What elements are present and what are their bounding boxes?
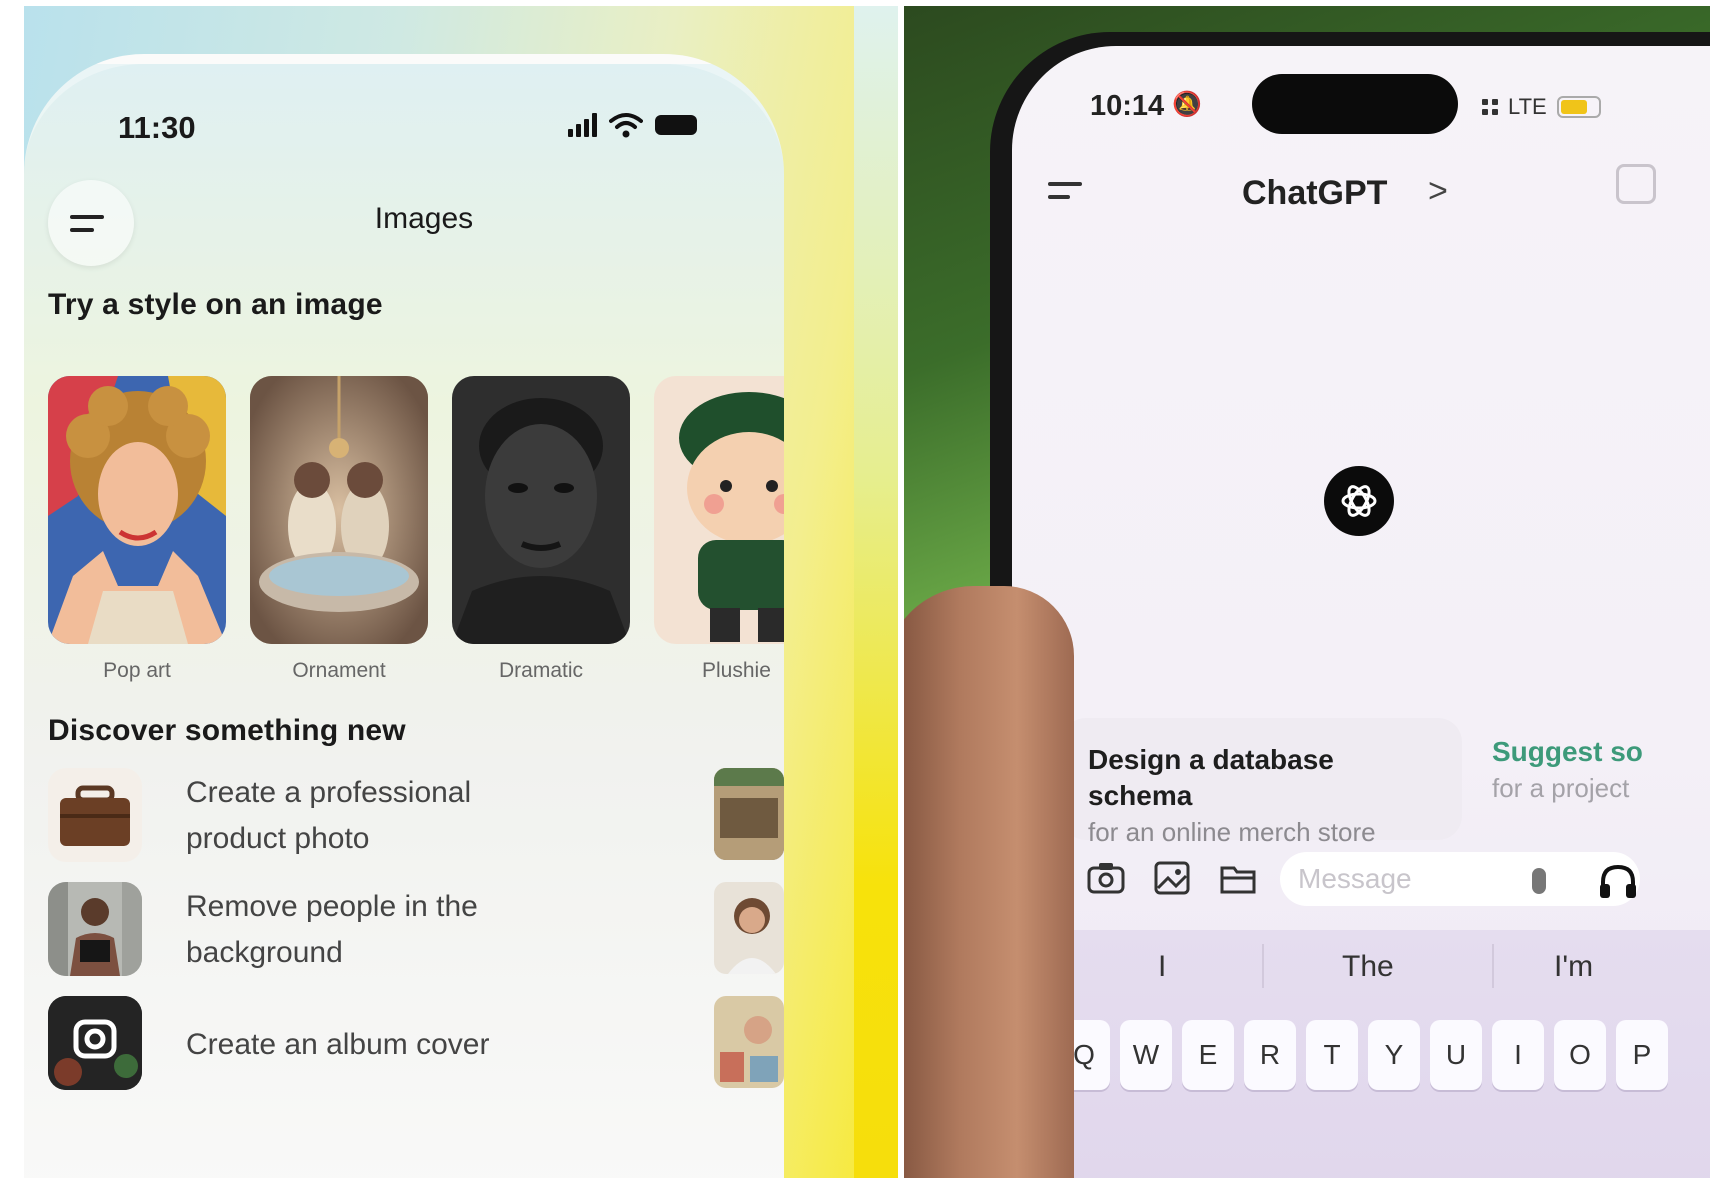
left-screenshot-panel: 11:30 Images Try a style on an image Pop… — [24, 6, 904, 1178]
signal-icon — [1482, 99, 1498, 115]
suggestion-title: Suggest so — [1492, 736, 1643, 767]
key-r[interactable]: R — [1244, 1020, 1296, 1090]
key-y[interactable]: Y — [1368, 1020, 1420, 1090]
menu-icon — [70, 214, 104, 219]
sidebar-menu-button[interactable] — [48, 180, 134, 266]
discover-preview-collage[interactable] — [714, 996, 784, 1088]
discover-item-remove-people[interactable]: Remove people in the background — [48, 882, 688, 982]
key-o[interactable]: O — [1554, 1020, 1606, 1090]
style-card-plushie[interactable] — [654, 376, 784, 644]
folder-icon[interactable] — [1218, 858, 1258, 898]
status-time: 11:30 — [118, 110, 196, 145]
prediction-suggestion[interactable]: I'm — [1554, 950, 1593, 984]
prediction-suggestion[interactable]: I — [1158, 950, 1166, 984]
discover-section-title: Discover something new — [48, 714, 406, 747]
style-card-pop-art[interactable] — [48, 376, 226, 644]
style-section-title: Try a style on an image — [48, 288, 383, 321]
key-t[interactable]: T — [1306, 1020, 1358, 1090]
camera-icon[interactable] — [1086, 858, 1126, 898]
discover-preview-portrait[interactable] — [714, 882, 784, 974]
discover-item-line: Create an album cover — [186, 1028, 490, 1061]
status-icons: LTE — [1482, 94, 1601, 120]
bell-muted-icon: 🔕 — [1172, 91, 1202, 118]
message-input-container[interactable] — [1280, 852, 1640, 906]
style-label-pop-art: Pop art — [103, 659, 171, 682]
discover-preview-room[interactable] — [714, 768, 784, 860]
pop-art-image — [48, 376, 226, 644]
style-label-plushie: Plushie — [702, 659, 771, 682]
signal-icon — [568, 113, 597, 137]
message-input[interactable] — [1298, 863, 1558, 895]
model-title[interactable]: ChatGPT — [1242, 174, 1387, 213]
style-card-ornament[interactable] — [250, 376, 428, 644]
discover-item-line: background — [186, 936, 343, 969]
chevron-right-icon[interactable]: > — [1428, 172, 1448, 211]
suggestion-title: Design a database schema — [1088, 744, 1334, 811]
suggestion-card[interactable]: Design a database schema for an online m… — [1062, 718, 1462, 847]
remove-people-thumbnail — [48, 882, 142, 976]
key-w[interactable]: W — [1120, 1020, 1172, 1090]
style-card-dramatic[interactable] — [452, 376, 630, 644]
discover-item-album-cover[interactable]: Create an album cover — [48, 996, 688, 1096]
status-time: 10:14 — [1090, 90, 1165, 122]
right-photo-panel: 10:14 🔕 LTE ChatGPT > Design a database … — [904, 6, 1710, 1178]
discover-item-line: Create a professional — [186, 776, 472, 809]
new-chat-edit-icon[interactable] — [1616, 164, 1656, 204]
photo-library-icon[interactable] — [1152, 858, 1192, 898]
battery-icon — [655, 115, 697, 135]
wifi-icon — [609, 113, 643, 138]
battery-icon — [1556, 96, 1601, 118]
status-icons — [568, 112, 697, 138]
microphone-icon[interactable] — [1532, 868, 1546, 894]
background-gradient-edge — [854, 6, 904, 1178]
images-app-screen: 11:30 Images Try a style on an image Pop… — [24, 54, 784, 1178]
plushie-image — [654, 376, 784, 644]
discover-item-product-photo[interactable]: Create a professional product photo — [48, 768, 688, 868]
style-label-ornament: Ornament — [292, 659, 386, 682]
product-photo-thumbnail — [48, 768, 142, 862]
ornament-image — [250, 376, 428, 644]
hand-thumb — [904, 586, 1074, 1178]
key-u[interactable]: U — [1430, 1020, 1482, 1090]
chatgpt-app-screen: 10:14 🔕 LTE ChatGPT > Design a database … — [1012, 46, 1710, 1178]
prediction-suggestion[interactable]: The — [1342, 950, 1394, 984]
menu-icon — [1048, 182, 1082, 186]
openai-logo-icon — [1324, 466, 1394, 536]
prediction-divider — [1492, 944, 1494, 988]
sidebar-menu-button[interactable] — [1048, 182, 1082, 199]
prediction-divider — [1262, 944, 1264, 988]
style-label-dramatic: Dramatic — [498, 659, 583, 682]
key-p[interactable]: P — [1616, 1020, 1668, 1090]
key-i[interactable]: I — [1492, 1020, 1544, 1090]
dynamic-island — [1252, 74, 1458, 134]
album-cover-thumbnail — [48, 996, 142, 1090]
suggestion-subtitle: for an online merch store — [1088, 817, 1376, 847]
page-title: Images — [374, 202, 474, 235]
network-label: LTE — [1508, 94, 1547, 119]
discover-item-line: Remove people in the — [186, 890, 478, 923]
on-screen-keyboard: I The I'm Q W E R T Y U I O P — [1012, 930, 1710, 1178]
discover-item-line: product photo — [186, 822, 370, 855]
headphones-voice-icon[interactable] — [1598, 862, 1638, 900]
dramatic-image — [452, 376, 630, 644]
suggestion-subtitle: for a project — [1492, 773, 1630, 803]
key-e[interactable]: E — [1182, 1020, 1234, 1090]
suggestion-card[interactable]: Suggest so for a project — [1486, 714, 1710, 836]
